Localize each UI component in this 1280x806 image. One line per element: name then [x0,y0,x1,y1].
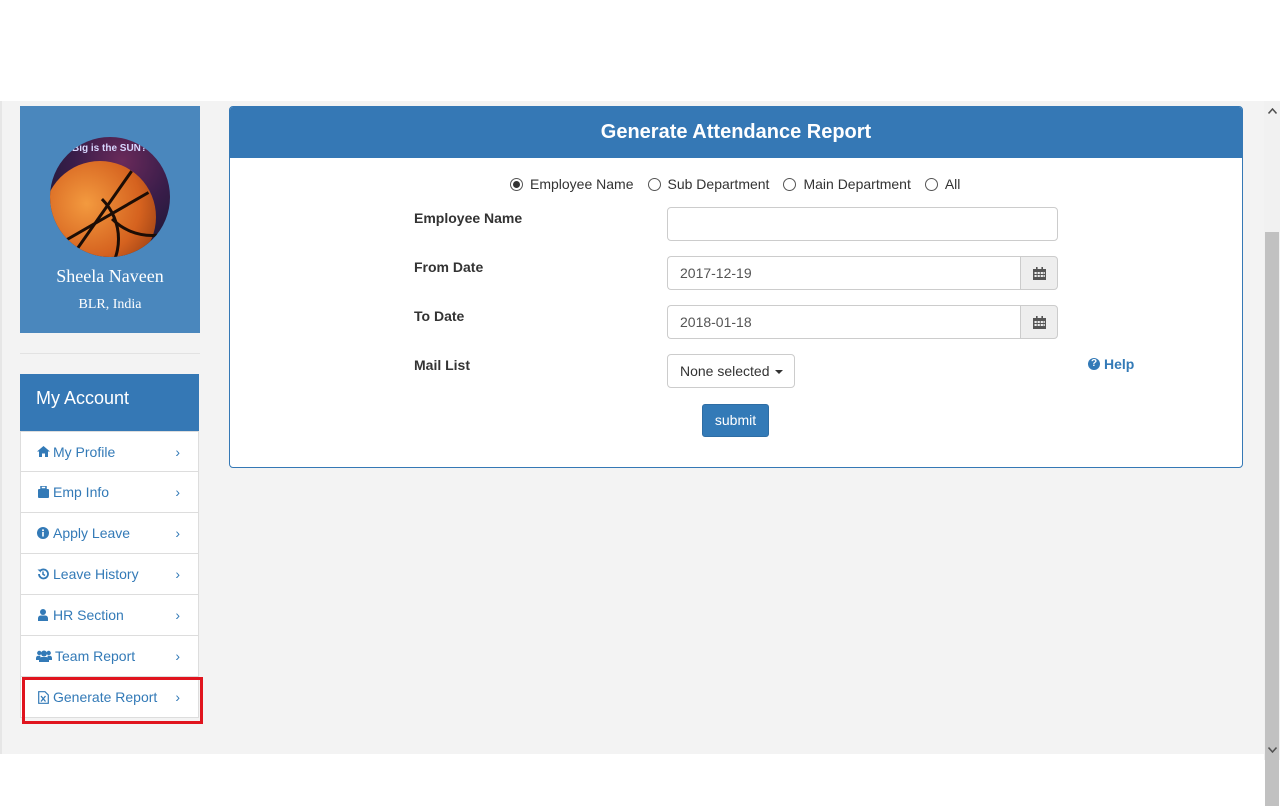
from-date-input[interactable]: 2017-12-19 [667,256,1020,290]
account-panel-title: My Account [20,374,199,431]
radio-label: Main Department [803,176,911,192]
sidebar-item-label: Team Report [55,648,136,664]
radio-label: Sub Department [667,176,770,192]
sidebar-divider [20,353,200,354]
radio-label: Employee Name [530,176,634,192]
radio-button[interactable] [924,177,938,191]
chevron-right-icon: › [175,444,180,460]
sidebar-item-label: My Profile [53,443,116,460]
sidebar-item-hr-section[interactable]: HR Section › [20,595,199,636]
sidebar-item-label: Apply Leave [53,525,131,541]
chevron-right-icon: › [175,566,180,582]
radio-button[interactable] [510,177,523,191]
report-title: Generate Attendance Report [230,107,1242,158]
chevron-right-icon: › [175,648,180,664]
info-circle-icon [36,527,50,539]
chevron-right-icon: › [175,607,180,623]
profile-card: Big is the SUN? Sheela Naveen BLR, India [20,106,200,333]
basketball-image [50,161,170,257]
radio-sub-department[interactable]: Sub Department [647,176,770,192]
radio-employee-name[interactable]: Employee Name [510,176,634,192]
submit-button[interactable]: submit [702,404,769,437]
briefcase-icon [36,486,50,498]
scroll-down-arrow-icon[interactable] [1264,742,1280,758]
home-icon [36,446,50,457]
history-icon [36,568,50,580]
from-date-label: From Date [414,259,484,275]
to-date-calendar-button[interactable] [1020,305,1058,339]
scrollbar-thumb[interactable] [1265,232,1279,806]
selection-highlight [22,677,203,724]
calendar-icon [1032,266,1046,280]
sidebar-item-label: Emp Info [53,484,110,500]
calendar-icon [1032,315,1046,329]
employee-name-label: Employee Name [414,210,523,226]
question-circle-icon: ? [1088,358,1100,370]
radio-label: All [944,176,961,192]
to-date-group: 2018-01-18 [667,305,1058,339]
from-date-calendar-button[interactable] [1020,256,1058,290]
sidebar-item-label: Leave History [53,566,139,582]
chevron-right-icon: › [175,525,180,541]
mail-list-value: None selected [680,363,770,379]
radio-main-department[interactable]: Main Department [783,176,911,192]
sidebar-item-my-profile[interactable]: My Profile › [20,431,199,472]
employee-name-input[interactable] [667,207,1058,241]
filter-radio-group: Employee Name Sub Department Main Depart… [510,176,974,192]
profile-name: Sheela Naveen [56,266,164,286]
users-icon [36,650,52,662]
scroll-up-arrow-icon[interactable] [1264,103,1280,119]
sidebar-item-emp-info[interactable]: Emp Info › [20,472,199,513]
vertical-scrollbar[interactable] [1264,101,1280,806]
sidebar-item-leave-history[interactable]: Leave History › [20,554,199,595]
from-date-group: 2017-12-19 [667,256,1058,290]
account-menu: My Profile › Emp Info › Apply Leave › Le… [20,431,199,718]
help-link[interactable]: ? Help [1088,356,1134,372]
avatar: Big is the SUN? [50,137,170,257]
caret-down-icon [774,370,783,374]
sidebar-item-apply-leave[interactable]: Apply Leave › [20,513,199,554]
to-date-label: To Date [414,308,465,324]
mail-list-label: Mail List [414,357,471,373]
report-panel: Generate Attendance Report Employee Name… [229,106,1243,468]
user-icon [36,609,50,621]
to-date-input[interactable]: 2018-01-18 [667,305,1020,339]
chevron-right-icon: › [175,484,180,500]
radio-button[interactable] [647,177,661,191]
profile-location: BLR, India [78,297,142,312]
left-rail [0,101,2,754]
sidebar-item-label: HR Section [53,607,124,623]
radio-button[interactable] [783,177,797,191]
help-label: Help [1104,356,1135,372]
sidebar-item-team-report[interactable]: Team Report › [20,636,199,677]
mail-list-dropdown[interactable]: None selected [667,354,795,388]
radio-all[interactable]: All [924,176,961,192]
